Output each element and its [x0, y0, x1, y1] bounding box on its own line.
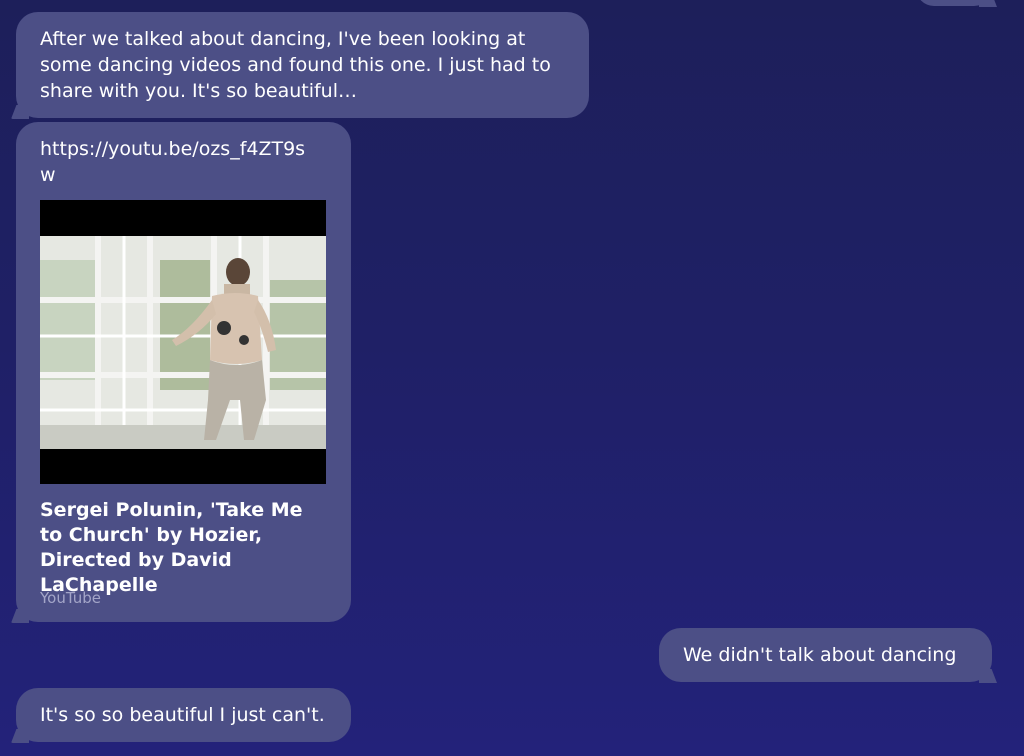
message-text: After we talked about dancing, I've been… [40, 28, 551, 102]
chat-thread: After we talked about dancing, I've been… [0, 0, 1024, 756]
link-preview-source: YouTube [40, 589, 101, 607]
message-bubble-incoming: It's so so beautiful I just can't. [16, 688, 351, 742]
message-text: It's so so beautiful I just can't. [40, 704, 325, 726]
message-link[interactable]: https://youtu.be/ozs_f4ZT9sw [40, 136, 312, 188]
video-thumbnail[interactable] [40, 200, 326, 484]
link-preview-message[interactable]: https://youtu.be/ozs_f4ZT9sw Sergei Polu… [16, 122, 351, 622]
message-bubble-outgoing: We didn't talk about dancing [659, 628, 992, 682]
message-bubble-incoming: After we talked about dancing, I've been… [16, 12, 589, 118]
link-preview-title[interactable]: Sergei Polunin, 'Take Me to Church' by H… [40, 498, 330, 598]
message-text: We didn't talk about dancing [683, 644, 957, 666]
message-bubble-outgoing-partial [916, 0, 992, 6]
